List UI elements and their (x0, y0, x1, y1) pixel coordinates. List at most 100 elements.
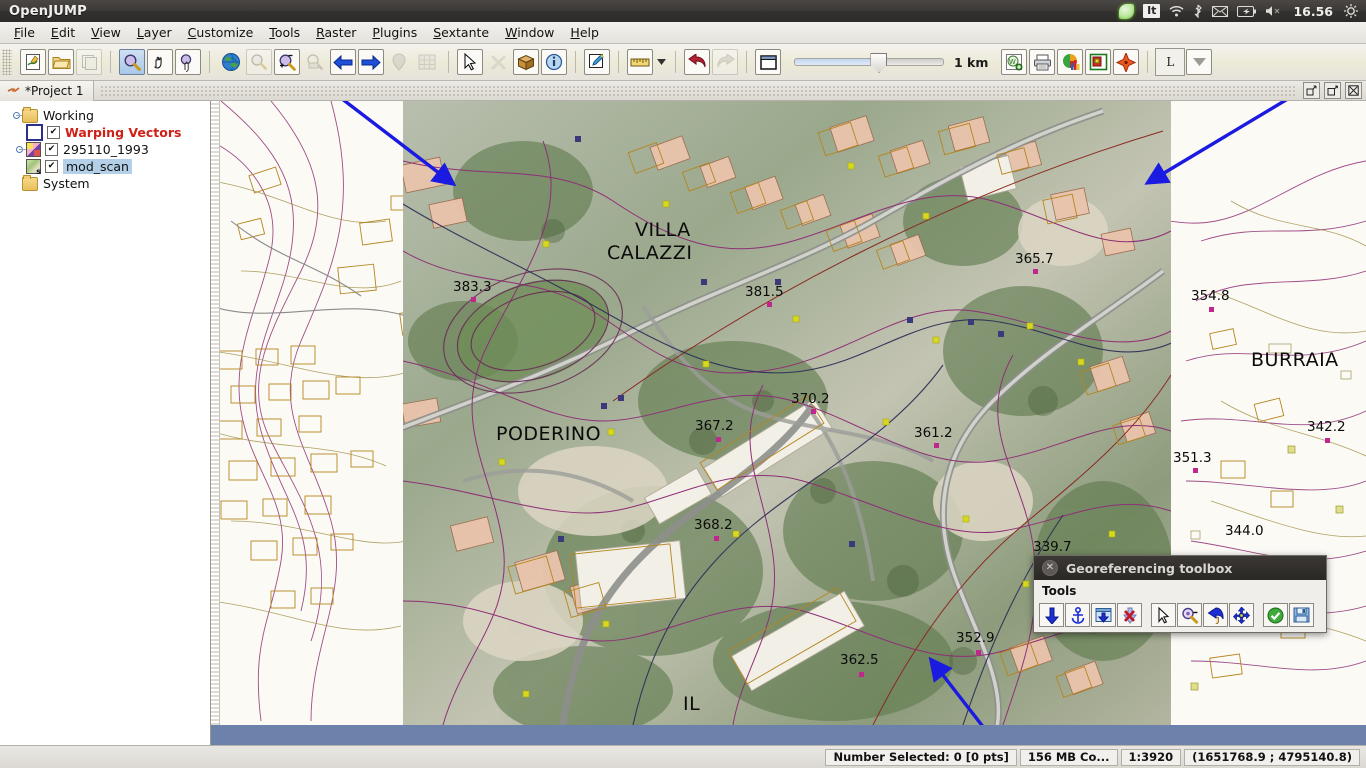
layer-tree-panel[interactable]: Working ✔ Warping Vectors ✔ 295110_1993 … (0, 101, 211, 745)
desktop-pane: *Project 1 Working ✔ Warping Vectors ✔ 2… (0, 80, 1366, 745)
sidebar-item-mod-scan[interactable]: ✔ mod_scan (0, 158, 210, 176)
menu-raster[interactable]: Raster (308, 23, 364, 43)
tree-node-working[interactable]: Working (0, 106, 210, 124)
volume-muted-icon[interactable] (1265, 5, 1282, 17)
project-tab[interactable]: *Project 1 (0, 80, 94, 101)
elevation-point (714, 536, 719, 541)
magnifier-layer-icon[interactable] (302, 49, 328, 75)
menu-help[interactable]: Help (562, 23, 607, 43)
layer-visibility-checkbox[interactable]: ✔ (45, 143, 58, 156)
save-copy-icon[interactable] (76, 49, 102, 75)
titlebar-texture (99, 84, 1297, 97)
grid-icon[interactable] (414, 49, 440, 75)
leaf-icon[interactable] (1119, 3, 1135, 19)
open-box-icon[interactable] (513, 49, 539, 75)
menu-customize[interactable]: Customize (180, 23, 262, 43)
floppy-save-icon[interactable] (1289, 603, 1314, 627)
star-burst-icon[interactable] (1113, 49, 1140, 75)
toolbar-separator (110, 51, 111, 73)
magnifier-hand-icon[interactable] (175, 49, 201, 75)
layer-visibility-checkbox[interactable]: ✔ (47, 126, 60, 139)
scale-slider[interactable] (794, 53, 944, 73)
clock[interactable]: 16.56 (1291, 4, 1335, 19)
menu-layer[interactable]: Layer (129, 23, 180, 43)
magnifier-point-icon[interactable] (1177, 603, 1202, 627)
wifi-icon[interactable] (1169, 5, 1184, 17)
tree-label: Warping Vectors (65, 125, 182, 140)
bluetooth-icon[interactable] (1193, 4, 1203, 18)
layer-visibility-checkbox[interactable]: ✔ (45, 160, 58, 173)
info-icon[interactable] (541, 49, 567, 75)
open-folder-icon[interactable] (48, 49, 74, 75)
map-vertical-scrollbar[interactable] (211, 101, 220, 725)
status-memory[interactable]: 156 MB Co... (1019, 748, 1118, 766)
undo-arrow-icon[interactable] (684, 49, 710, 75)
georeferencing-toolbox-titlebar[interactable]: ✕ Georeferencing toolbox (1034, 556, 1326, 580)
project-window-titlebar: *Project 1 (0, 80, 1366, 101)
georeferencing-toolbox[interactable]: ✕ Georeferencing toolbox Tools (1033, 555, 1327, 633)
close-icon[interactable] (1345, 82, 1362, 99)
down-arrow-icon[interactable] (1039, 603, 1064, 627)
new-document-icon[interactable] (20, 49, 46, 75)
pencil-edit-icon[interactable] (584, 49, 610, 75)
gear-icon[interactable] (1344, 4, 1358, 18)
move-cross-icon[interactable] (1229, 603, 1254, 627)
arrow-cursor-icon[interactable] (457, 49, 483, 75)
restore-icon[interactable] (1303, 82, 1320, 99)
sidebar-item-warping-vectors[interactable]: ✔ Warping Vectors (0, 124, 210, 141)
scale-slider-knob[interactable] (870, 53, 888, 73)
tree-label: Working (43, 108, 94, 123)
toolbar-drag-handle[interactable] (2, 49, 12, 75)
printer-icon[interactable] (1029, 49, 1056, 75)
toolbar-group-file (15, 49, 107, 75)
menu-view[interactable]: View (83, 23, 129, 43)
toolbar-group-edit (579, 49, 615, 75)
chevron-down-icon[interactable] (1186, 49, 1213, 75)
wms-globe-icon[interactable]: W (1001, 49, 1028, 75)
layer-vector-icon (26, 142, 41, 157)
arrow-cursor-icon[interactable] (1151, 603, 1176, 627)
arrow-left-icon[interactable] (330, 49, 356, 75)
maximize-icon[interactable] (1324, 82, 1341, 99)
battery-icon[interactable] (1237, 5, 1257, 17)
chevron-down-icon[interactable] (655, 49, 667, 75)
close-icon[interactable]: ✕ (1042, 560, 1058, 576)
redo-arrow-icon[interactable] (712, 49, 738, 75)
import-down-icon[interactable] (1091, 603, 1116, 627)
delete-x-icon[interactable] (1117, 603, 1142, 627)
ruler-icon[interactable] (627, 49, 653, 75)
menu-tools[interactable]: Tools (261, 23, 308, 43)
window-rect-icon[interactable] (755, 49, 781, 75)
toolbar-group-zoom (213, 49, 445, 75)
layer-mode-button[interactable]: L (1155, 48, 1186, 76)
menu-file[interactable]: File (6, 23, 43, 43)
menu-window[interactable]: Window (497, 23, 562, 43)
globe-icon[interactable] (218, 49, 244, 75)
balloon-icon[interactable] (386, 49, 412, 75)
back-arrow-hand-icon[interactable] (1203, 603, 1228, 627)
anchor-icon[interactable] (1065, 603, 1090, 627)
legend-icon[interactable] (1085, 49, 1112, 75)
hand-icon[interactable] (147, 49, 173, 75)
map-horizontal-scrollbar[interactable] (211, 725, 1366, 745)
menu-edit[interactable]: Edit (43, 23, 83, 43)
tree-node-system[interactable]: System (0, 174, 210, 192)
sidebar-item-295110-1993[interactable]: ✔ 295110_1993 (0, 141, 210, 158)
menu-plugins[interactable]: Plugins (364, 23, 425, 43)
arrow-right-icon[interactable] (358, 49, 384, 75)
magnifier-icon[interactable] (119, 49, 145, 75)
status-bar: Number Selected: 0 [0 pts] 156 MB Co... … (0, 745, 1366, 768)
elevation-point (767, 302, 772, 307)
menu-sextante[interactable]: Sextante (425, 23, 497, 43)
select-feature-icon[interactable] (485, 49, 511, 75)
mail-icon[interactable] (1212, 5, 1229, 17)
pie-chart-icon[interactable] (1057, 49, 1084, 75)
expand-handle[interactable] (12, 111, 25, 120)
green-check-icon[interactable] (1263, 603, 1288, 627)
magnifier-plain-icon[interactable] (246, 49, 272, 75)
expand-handle[interactable] (15, 145, 28, 154)
keyboard-layout-indicator[interactable]: It (1143, 4, 1161, 18)
magnifier-plus-minus-icon[interactable] (274, 49, 300, 75)
toolbar-group-measure (622, 49, 672, 75)
status-scale: 1:3920 (1120, 748, 1182, 766)
